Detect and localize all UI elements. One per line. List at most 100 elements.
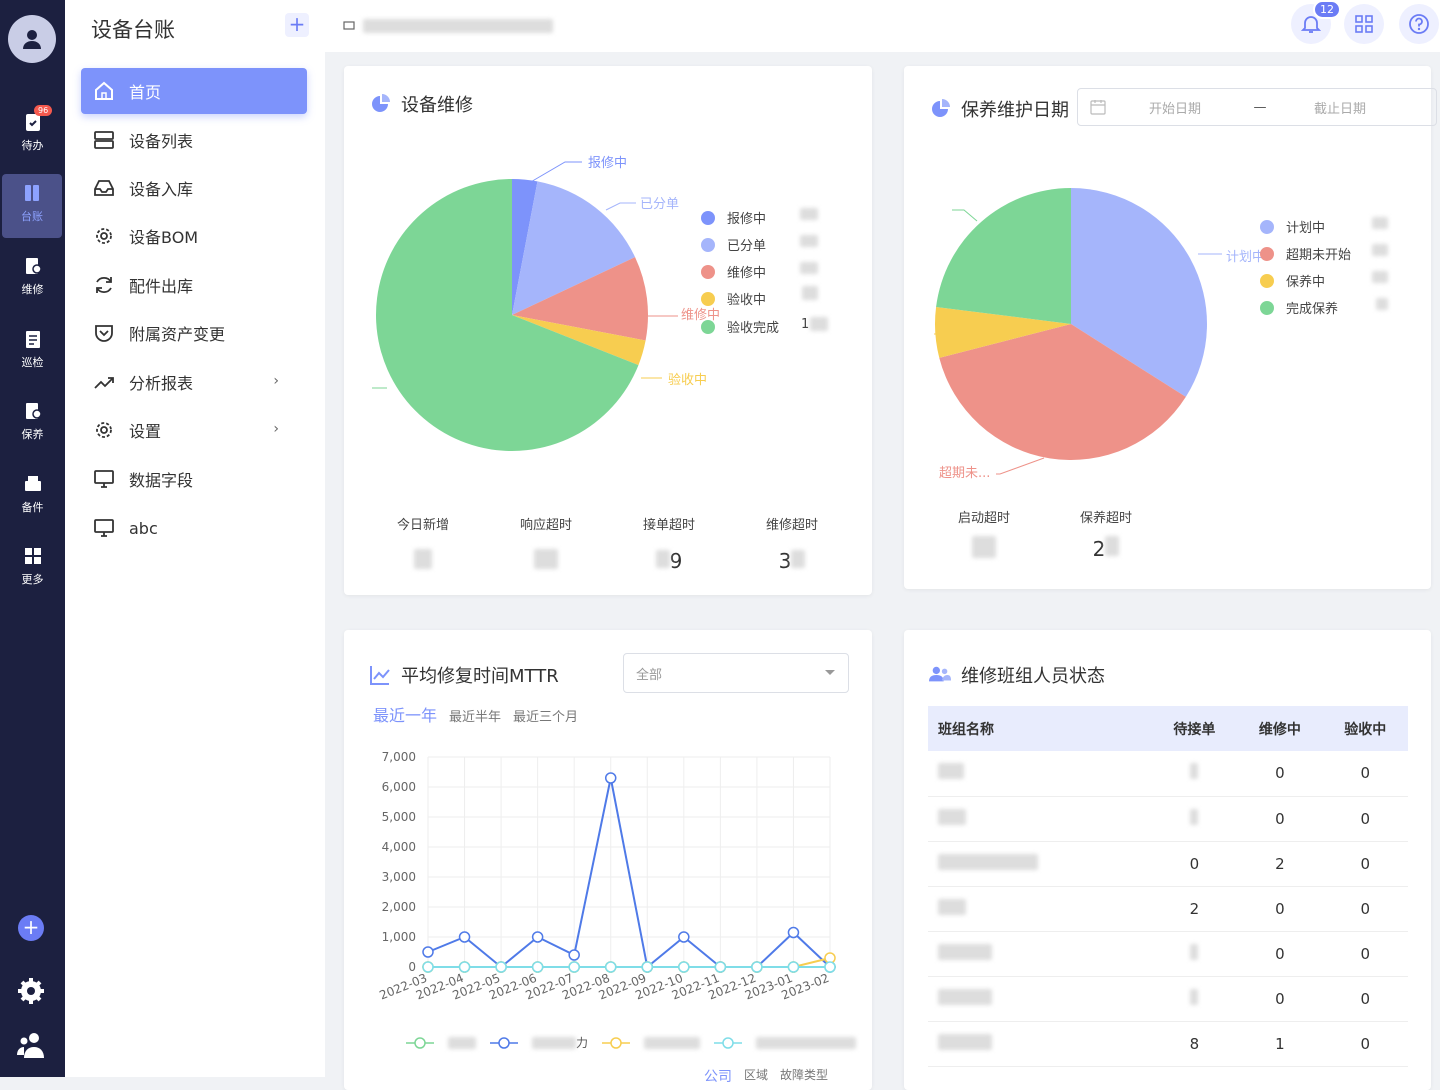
mttr-card: 平均修复时间MTTR 全部 最近一年 最近半年 最近三个月 0 1,000 2,00…: [344, 630, 872, 1090]
data-point[interactable]: [824, 961, 836, 973]
data-point[interactable]: [751, 961, 763, 973]
add-button[interactable]: +: [18, 915, 44, 941]
table-row[interactable]: 00: [928, 796, 1408, 842]
y-tick-label: 7,000: [382, 750, 416, 764]
data-point[interactable]: [678, 931, 690, 943]
settings-gear-icon[interactable]: [17, 977, 45, 1005]
table-row[interactable]: 200: [928, 886, 1408, 932]
table-row[interactable]: 020: [928, 841, 1408, 887]
column-team-name[interactable]: 班组名称: [928, 706, 1152, 751]
sidebar-add-button[interactable]: +: [285, 13, 309, 37]
help-button[interactable]: [1399, 4, 1439, 44]
data-point[interactable]: [787, 961, 800, 973]
stat-label: 今日新增: [396, 518, 449, 533]
legend-item-reported[interactable]: 报修中: [701, 208, 766, 227]
users-icon[interactable]: [17, 1031, 47, 1059]
rail-item-todo[interactable]: 96 待办: [0, 103, 65, 167]
nav-label: 设备入库: [129, 180, 194, 199]
nav-data-fields[interactable]: 数据字段: [81, 456, 307, 502]
cell-accepting: 0: [1322, 1021, 1408, 1067]
stat-label: 保养超时: [1079, 511, 1132, 526]
data-point[interactable]: [531, 931, 544, 943]
data-point[interactable]: [531, 961, 544, 973]
tab-company[interactable]: 公司: [704, 1066, 732, 1086]
legend-item-completed[interactable]: 完成保养: [1260, 298, 1338, 317]
data-point[interactable]: [422, 961, 434, 973]
series-line-2: [427, 777, 831, 969]
legend-dot: [1260, 246, 1274, 261]
nav-label: 设置: [129, 422, 162, 441]
gear-icon: [96, 422, 112, 438]
table-row[interactable]: 00: [928, 931, 1408, 977]
stat-start-timeout: 启动超时: [939, 507, 1029, 563]
refresh-icon: [96, 276, 112, 294]
grid-icon: [24, 548, 41, 564]
legend-item-done[interactable]: 验收完成: [701, 317, 779, 336]
legend-label: 验收中: [727, 293, 767, 308]
data-point[interactable]: [604, 772, 617, 784]
table-row[interactable]: 00: [928, 751, 1408, 797]
tab-fault-type[interactable]: 故障类型: [780, 1066, 828, 1086]
data-point[interactable]: [495, 961, 507, 973]
stat-label: 接单超时: [642, 518, 695, 533]
data-point[interactable]: [458, 931, 471, 943]
column-pending[interactable]: 待接单: [1151, 706, 1238, 751]
stat-response-timeout: 响应超时: [501, 514, 591, 574]
table-row[interactable]: 00: [928, 976, 1408, 1022]
legend-item-accepting[interactable]: 验收中: [701, 289, 766, 308]
pocket-icon: [95, 325, 113, 342]
team-status-card: 维修班组人员状态 班组名称 待接单 维修中 验收中 00 00 020 200 …: [904, 630, 1431, 1090]
notification-button[interactable]: 12: [1291, 0, 1341, 44]
legend-value-redacted: [1372, 217, 1388, 229]
data-point[interactable]: [714, 961, 727, 973]
nav-parts-outbound[interactable]: 配件出库: [81, 262, 307, 308]
cell-redacted: [1190, 943, 1199, 960]
data-point[interactable]: [568, 949, 580, 961]
pie-slice-4[interactable]: [936, 188, 1071, 324]
apps-button[interactable]: [1344, 4, 1384, 44]
table-row[interactable]: 810: [928, 1021, 1408, 1067]
y-tick-label: 4,000: [382, 840, 416, 854]
legend-item-in-progress[interactable]: 保养中: [1260, 271, 1325, 290]
data-point[interactable]: [422, 946, 434, 958]
legend-item-assigned[interactable]: 已分单: [701, 235, 766, 254]
printer-icon: [24, 476, 41, 491]
inbox-icon: [94, 180, 114, 196]
legend-item-planned[interactable]: 计划中: [1260, 217, 1325, 236]
nav-settings[interactable]: 设置 ›: [81, 407, 307, 453]
team-name-redacted: [938, 853, 1038, 870]
user-avatar[interactable]: [8, 15, 56, 63]
rail-item-ledger[interactable]: 台账: [2, 174, 62, 238]
data-point[interactable]: [678, 961, 690, 973]
nav-home[interactable]: 首页: [81, 68, 307, 114]
data-point[interactable]: [458, 961, 471, 973]
legend-item-overdue[interactable]: 超期未开始: [1260, 244, 1351, 263]
legend-value-redacted: [810, 317, 828, 331]
cell-pending: 2: [1151, 886, 1238, 932]
pie-label-overdue: 超期未...: [939, 466, 990, 481]
legend-item-repairing[interactable]: 维修中: [701, 262, 766, 281]
rail-item-spare-parts[interactable]: 备件: [0, 465, 65, 529]
legend-value-redacted: [800, 208, 818, 220]
tab-region[interactable]: 区域: [744, 1066, 768, 1086]
pie-label-accepting: 验收中: [668, 372, 707, 388]
nav-device-bom[interactable]: 设备BOM: [81, 213, 307, 259]
data-point[interactable]: [787, 926, 800, 939]
data-point[interactable]: [604, 961, 617, 973]
rail-item-repair[interactable]: 维修: [0, 247, 65, 311]
rail-item-maintenance[interactable]: 保养: [0, 392, 65, 456]
nav-device-list[interactable]: 设备列表: [81, 117, 307, 163]
nav-device-inbound[interactable]: 设备入库: [81, 165, 307, 211]
rail-label: 备件: [21, 501, 44, 514]
nav-abc[interactable]: abc: [81, 505, 307, 551]
nav-label: 设备列表: [129, 132, 194, 151]
data-point[interactable]: [568, 961, 580, 973]
column-accepting[interactable]: 验收中: [1322, 706, 1408, 751]
rail-item-inspection[interactable]: 巡检: [0, 320, 65, 384]
nav-analysis-reports[interactable]: 分析报表 ›: [81, 359, 307, 405]
rail-item-more[interactable]: 更多: [0, 537, 65, 601]
data-point[interactable]: [641, 961, 654, 973]
stat-value: 9: [669, 549, 683, 573]
column-repairing[interactable]: 维修中: [1237, 706, 1323, 751]
nav-asset-change[interactable]: 附属资产变更: [81, 310, 307, 356]
